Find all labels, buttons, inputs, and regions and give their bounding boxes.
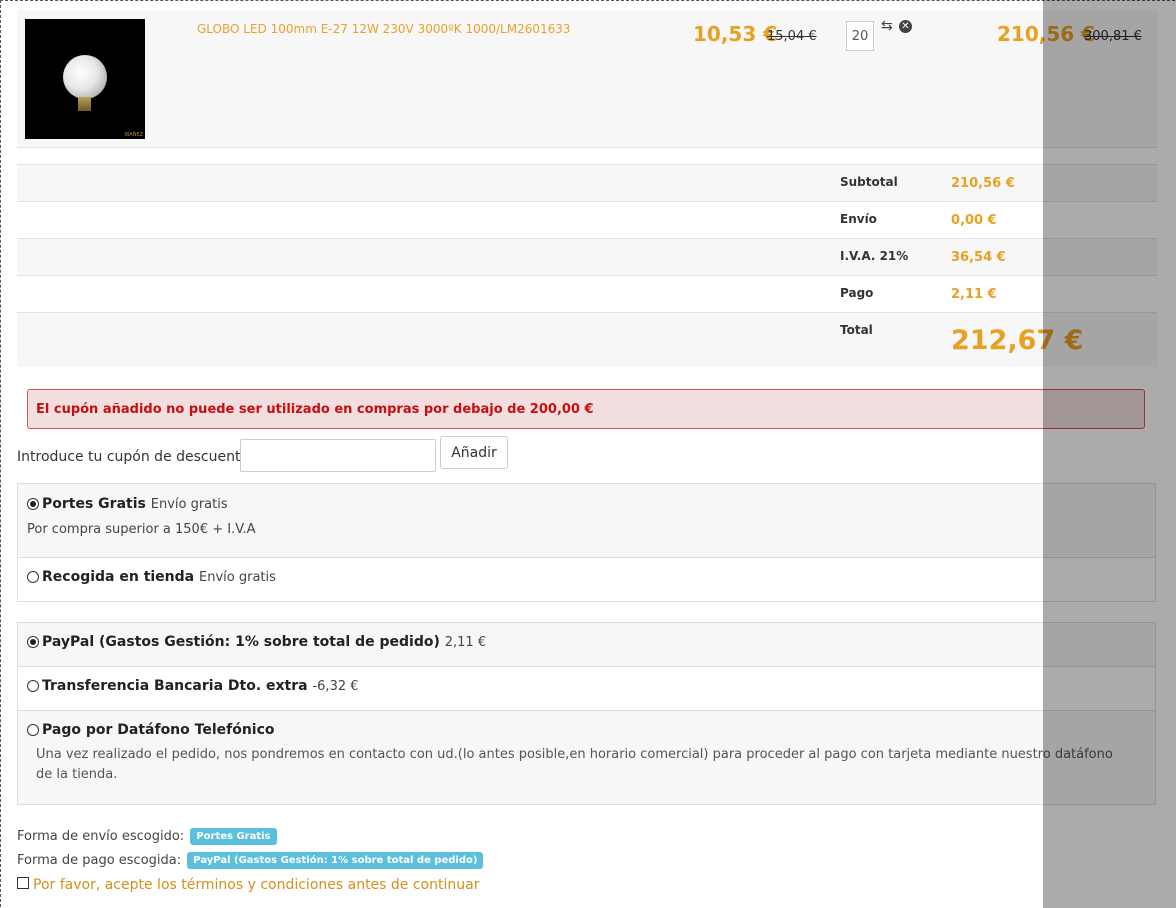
- shipping-value: 0,00 €: [951, 213, 997, 228]
- terms-text[interactable]: Por favor, acepte los términos y condici…: [33, 877, 479, 893]
- shipping-option-pickup[interactable]: Recogida en tienda Envío gratis: [18, 558, 1155, 601]
- payment-chosen-label: Forma de pago escogida:: [17, 853, 182, 868]
- vat-row: I.V.A. 21% 36,54 €: [17, 238, 1157, 275]
- payment-transfer-extra: -6,32 €: [312, 679, 359, 694]
- coupon-error-message: El cupón añadido no puede ser utilizado …: [36, 402, 594, 417]
- thumbnail-watermark: IBAÑEZ: [124, 132, 143, 138]
- shipping-pickup-radio[interactable]: [27, 571, 39, 583]
- payment-option-dataphone[interactable]: Pago por Datáfono Telefónico Una vez rea…: [18, 711, 1155, 804]
- shipping-label: Envío: [840, 212, 877, 226]
- payment-paypal-extra: 2,11 €: [444, 635, 487, 650]
- shipping-free-radio[interactable]: [27, 498, 39, 510]
- payment-fee-label: Pago: [840, 286, 874, 300]
- subtotal-row: Subtotal 210,56 €: [17, 164, 1157, 201]
- shipping-chosen-line: Forma de envío escogido: Portes Gratis: [17, 828, 277, 845]
- payment-option-transfer[interactable]: Transferencia Bancaria Dto. extra -6,32 …: [18, 667, 1155, 711]
- coupon-input[interactable]: [240, 439, 436, 472]
- payment-chosen-badge: PayPal (Gastos Gestión: 1% sobre total d…: [187, 852, 484, 869]
- shipping-options: Portes Gratis Envío gratis Por compra su…: [17, 483, 1156, 602]
- bulb-base-image: [78, 97, 91, 111]
- subtotal-label: Subtotal: [840, 175, 898, 189]
- refresh-icon[interactable]: ⇆: [881, 19, 893, 33]
- payment-dataphone-description: Una vez realizado el pedido, nos pondrem…: [36, 747, 1113, 782]
- shipping-chosen-badge: Portes Gratis: [190, 828, 277, 845]
- payment-options: PayPal (Gastos Gestión: 1% sobre total d…: [17, 622, 1156, 805]
- product-thumbnail[interactable]: IBAÑEZ: [25, 19, 145, 139]
- payment-option-paypal[interactable]: PayPal (Gastos Gestión: 1% sobre total d…: [18, 623, 1155, 667]
- remove-icon[interactable]: ✕: [899, 20, 912, 33]
- quantity-input[interactable]: [846, 21, 874, 51]
- unit-price: 10,53 €: [693, 22, 778, 46]
- payment-dataphone-title[interactable]: Pago por Datáfono Telefónico: [42, 722, 275, 738]
- payment-transfer-radio[interactable]: [27, 680, 39, 692]
- shipping-free-description: Por compra superior a 150€ + I.V.A: [27, 522, 256, 537]
- payment-paypal-title[interactable]: PayPal (Gastos Gestión: 1% sobre total d…: [42, 634, 486, 650]
- shipping-free-title[interactable]: Portes Gratis Envío gratis: [42, 496, 228, 512]
- payment-fee-row: Pago 2,11 €: [17, 275, 1157, 312]
- dim-overlay: [1043, 0, 1176, 908]
- payment-chosen-line: Forma de pago escogida: PayPal (Gastos G…: [17, 852, 484, 869]
- unit-price-old: 15,04 €: [767, 29, 817, 44]
- bulb-image: [63, 55, 107, 99]
- shipping-pickup-title[interactable]: Recogida en tienda Envío gratis: [42, 569, 276, 585]
- payment-fee-value: 2,11 €: [951, 287, 997, 302]
- vat-value: 36,54 €: [951, 250, 1006, 265]
- total-label: Total: [840, 323, 873, 337]
- total-row: Total 212,67 €: [17, 312, 1157, 367]
- subtotal-value: 210,56 €: [951, 176, 1015, 191]
- coupon-label: Introduce tu cupón de descuento: [17, 449, 250, 465]
- terms-checkbox[interactable]: [17, 877, 29, 889]
- product-name-link[interactable]: GLOBO LED 100mm E-27 12W 230V 3000ºK 100…: [197, 22, 571, 36]
- payment-dataphone-radio[interactable]: [27, 724, 39, 736]
- cart-product-row: IBAÑEZ GLOBO LED 100mm E-27 12W 230V 300…: [17, 10, 1157, 148]
- shipping-free-extra: Envío gratis: [150, 497, 228, 512]
- shipping-row: Envío 0,00 €: [17, 201, 1157, 238]
- vat-label: I.V.A. 21%: [840, 249, 909, 263]
- shipping-chosen-label: Forma de envío escogido:: [17, 829, 185, 844]
- payment-paypal-radio[interactable]: [27, 636, 39, 648]
- shipping-option-free[interactable]: Portes Gratis Envío gratis Por compra su…: [18, 484, 1155, 558]
- totals-table: Subtotal 210,56 € Envío 0,00 € I.V.A. 21…: [17, 164, 1157, 367]
- payment-transfer-title[interactable]: Transferencia Bancaria Dto. extra -6,32 …: [42, 678, 359, 694]
- add-coupon-button[interactable]: Añadir: [440, 436, 508, 469]
- shipping-pickup-extra: Envío gratis: [199, 570, 276, 585]
- coupon-error-alert: El cupón añadido no puede ser utilizado …: [27, 389, 1145, 429]
